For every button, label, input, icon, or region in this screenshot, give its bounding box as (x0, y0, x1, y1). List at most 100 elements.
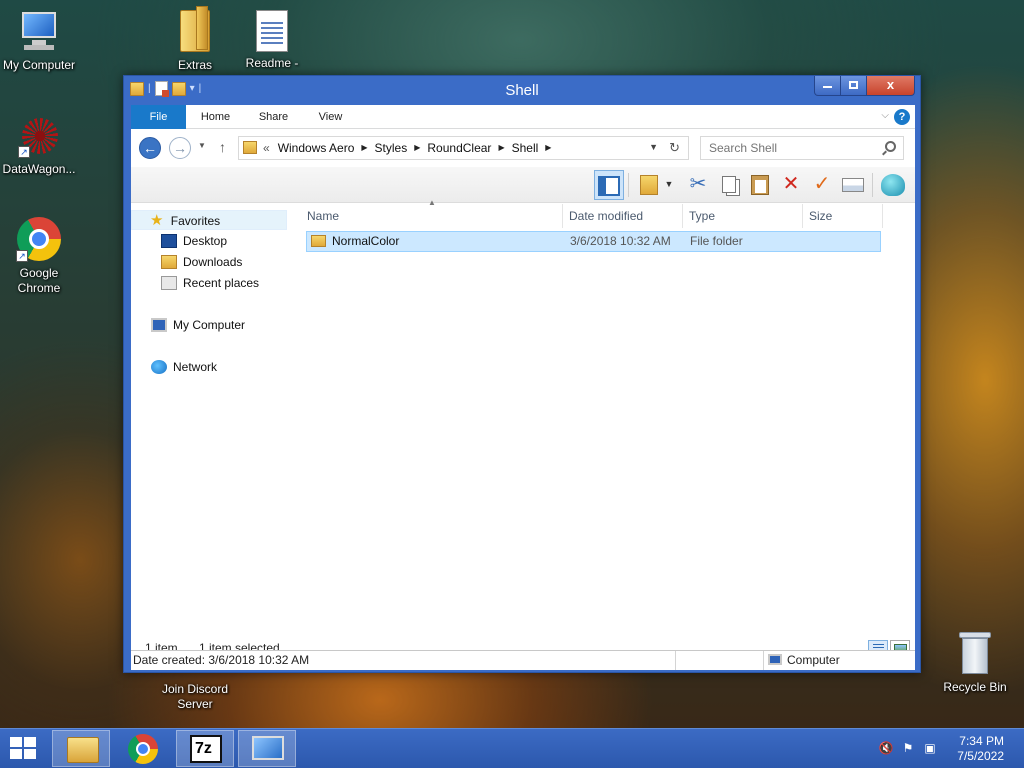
recent-locations-dropdown-icon[interactable]: ▼ (198, 141, 206, 150)
tab-home[interactable]: Home (193, 105, 238, 129)
window-controls: x (814, 76, 915, 96)
up-one-level-button[interactable]: ↑ (219, 139, 226, 155)
column-header-size[interactable]: Size (803, 204, 883, 228)
cut-icon[interactable]: ✂ (683, 170, 713, 200)
layout-pane-icon (598, 175, 620, 196)
file-explorer-icon (67, 737, 99, 763)
search-input[interactable] (701, 137, 876, 159)
command-toolbar: ▼ ✂ ✕ ✓ (131, 167, 915, 203)
address-bar[interactable]: « Windows Aero ▶ Styles ▶ RoundClear ▶ S… (238, 136, 689, 160)
computer-icon (18, 10, 60, 54)
shell-globe-icon[interactable] (878, 170, 908, 200)
address-history-chevron-icon[interactable]: ▼ (649, 142, 658, 152)
search-box[interactable] (700, 136, 904, 160)
help-icon[interactable]: ? (894, 109, 910, 125)
rename-checkmark-icon[interactable]: ✓ (807, 170, 837, 200)
minimize-icon (823, 86, 832, 89)
nav-item-downloads[interactable]: Downloads (161, 252, 242, 272)
nav-item-recent-places[interactable]: Recent places (161, 273, 259, 293)
computer-icon (768, 654, 782, 666)
shortcut-arrow-icon: ↗ (16, 250, 28, 262)
views-button[interactable] (634, 170, 664, 200)
nav-item-label: Favorites (170, 214, 221, 228)
nav-item-label: Network (173, 360, 218, 374)
maximize-button[interactable] (841, 76, 867, 96)
tab-view[interactable]: View (308, 105, 353, 129)
folder-icon (243, 141, 257, 154)
refresh-icon[interactable]: ↻ (669, 140, 680, 156)
taskbar-clock[interactable]: 7:34 PM 7/5/2022 (957, 734, 1004, 764)
title-bar[interactable]: | ▾ | Shell x (124, 76, 920, 105)
desktop-icon-google-chrome[interactable]: ↗ Google Chrome (0, 216, 81, 296)
desktop-icon-extras[interactable]: Extras (153, 6, 237, 73)
back-button[interactable]: ← (139, 137, 161, 159)
properties-icon[interactable] (838, 170, 868, 200)
status-location-label: Computer (787, 653, 840, 667)
desktop-icon-readme[interactable]: Readme - (230, 10, 314, 71)
seven-zip-icon: 7z (190, 735, 222, 763)
recycle-bin-icon (957, 630, 993, 676)
desktop-icon-my-computer[interactable]: My Computer (0, 10, 81, 73)
computer-icon (151, 317, 167, 332)
nav-item-label: Downloads (183, 255, 243, 269)
breadcrumb-item-styles[interactable]: Styles (375, 137, 408, 159)
breadcrumb-overflow[interactable]: « (263, 137, 270, 159)
breadcrumb-item-windows-aero[interactable]: Windows Aero (278, 137, 355, 159)
copy-icon[interactable] (714, 170, 744, 200)
taskbar-7-zip[interactable]: 7z (176, 730, 234, 767)
nav-item-label: My Computer (173, 318, 246, 332)
star-icon: ★ (150, 212, 164, 229)
taskbar: 7z 🔇 ⚑ ▣ 7:34 PM 7/5/2022 (0, 728, 1024, 768)
expand-ribbon-icon[interactable]: ⌵ (881, 110, 889, 121)
desktop-icon-join-discord[interactable]: Join Discord Server (153, 682, 237, 712)
desktop-icon-datawagon[interactable]: ↗ DataWagon... (0, 116, 81, 177)
table-row[interactable]: NormalColor 3/6/2018 10:32 AM File folde… (306, 231, 881, 252)
desktop-icon-label: Extras (177, 58, 212, 72)
search-icon[interactable] (885, 141, 896, 152)
breadcrumb-chevron-icon[interactable]: ▶ (498, 137, 504, 159)
folder-icon (311, 234, 326, 247)
action-center-flag-icon[interactable]: ⚑ (900, 741, 916, 756)
desktop-icon-label: Readme - (245, 56, 299, 70)
maximize-icon (849, 81, 858, 90)
desktop-icon (161, 233, 177, 248)
layout-button[interactable] (594, 170, 624, 200)
chrome-icon: ↗ (16, 216, 62, 262)
row-date-modified: 3/6/2018 10:32 AM (570, 234, 671, 248)
desktop-icon-recycle-bin[interactable]: Recycle Bin (933, 630, 1017, 695)
nav-item-favorites[interactable]: ★ Favorites (131, 210, 287, 230)
delete-icon[interactable]: ✕ (776, 170, 806, 200)
paste-icon[interactable] (745, 170, 775, 200)
nav-item-network[interactable]: Network (151, 357, 217, 377)
navigation-pane: ★ Favorites Desktop Downloads Recent pla… (131, 204, 294, 638)
file-list: ▲ Name Date modified Type Size NormalCol… (301, 198, 915, 638)
breadcrumb-item-shell[interactable]: Shell (512, 137, 539, 159)
system-tray: 🔇 ⚑ ▣ 7:34 PM 7/5/2022 (864, 729, 1024, 768)
taskbar-control-panel[interactable] (238, 730, 296, 767)
forward-button[interactable]: → (169, 137, 191, 159)
column-header-type[interactable]: Type (683, 204, 803, 228)
start-button[interactable] (10, 737, 38, 761)
column-header-name[interactable]: Name (301, 204, 563, 228)
close-button[interactable]: x (867, 76, 915, 96)
minimize-button[interactable] (814, 76, 841, 96)
toolbar-separator (628, 173, 629, 197)
breadcrumb-item-roundclear[interactable]: RoundClear (427, 137, 491, 159)
breadcrumb-chevron-icon[interactable]: ▶ (414, 137, 420, 159)
volume-muted-icon[interactable]: 🔇 (878, 741, 894, 756)
network-status-icon[interactable]: ▣ (922, 741, 938, 756)
desktop-icon-label: Join Discord Server (161, 682, 229, 711)
column-header-date-modified[interactable]: Date modified (563, 204, 683, 228)
taskbar-google-chrome[interactable] (114, 730, 172, 767)
views-dropdown-icon[interactable]: ▼ (662, 170, 676, 200)
datawagon-icon: ↗ (18, 116, 60, 158)
nav-item-desktop[interactable]: Desktop (161, 231, 227, 251)
nav-item-my-computer[interactable]: My Computer (151, 315, 245, 335)
breadcrumb-chevron-icon[interactable]: ▶ (545, 137, 551, 159)
breadcrumb-chevron-icon[interactable]: ▶ (361, 137, 367, 159)
downloads-icon (161, 254, 177, 269)
recent-places-icon (161, 275, 177, 290)
tab-share[interactable]: Share (251, 105, 296, 129)
tab-file[interactable]: File (131, 105, 186, 129)
taskbar-file-explorer[interactable] (52, 730, 110, 767)
